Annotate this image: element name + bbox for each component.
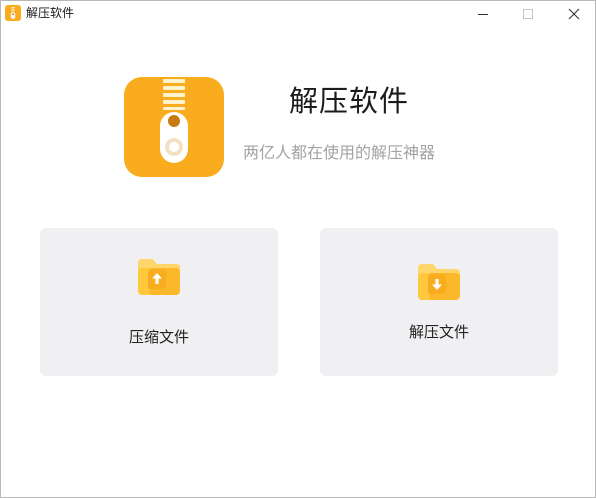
extract-files-button[interactable]: 解压文件 (320, 228, 558, 376)
app-heading: 解压软件 (289, 84, 410, 118)
compress-files-button[interactable]: 压缩文件 (40, 228, 278, 376)
maximize-icon (523, 9, 533, 19)
app-window: 解压软件 解压软件 两亿人都在使用的解压神器 压缩文件 解压文件 (0, 0, 596, 498)
app-tagline: 两亿人都在使用的解压神器 (243, 143, 436, 162)
folder-download-icon (418, 264, 460, 300)
title-bar[interactable]: 解压软件 (1, 1, 595, 27)
zipper-icon (124, 77, 224, 177)
minimize-button[interactable] (460, 1, 506, 27)
close-button[interactable] (551, 1, 596, 27)
compress-files-label: 压缩文件 (128, 328, 189, 346)
maximize-button[interactable] (505, 1, 551, 27)
folder-upload-icon (138, 259, 180, 295)
minimize-icon (478, 14, 488, 15)
extract-files-label: 解压文件 (408, 323, 469, 341)
close-icon (568, 8, 580, 20)
window-title: 解压软件 (26, 6, 75, 20)
app-logo-icon (5, 5, 21, 21)
